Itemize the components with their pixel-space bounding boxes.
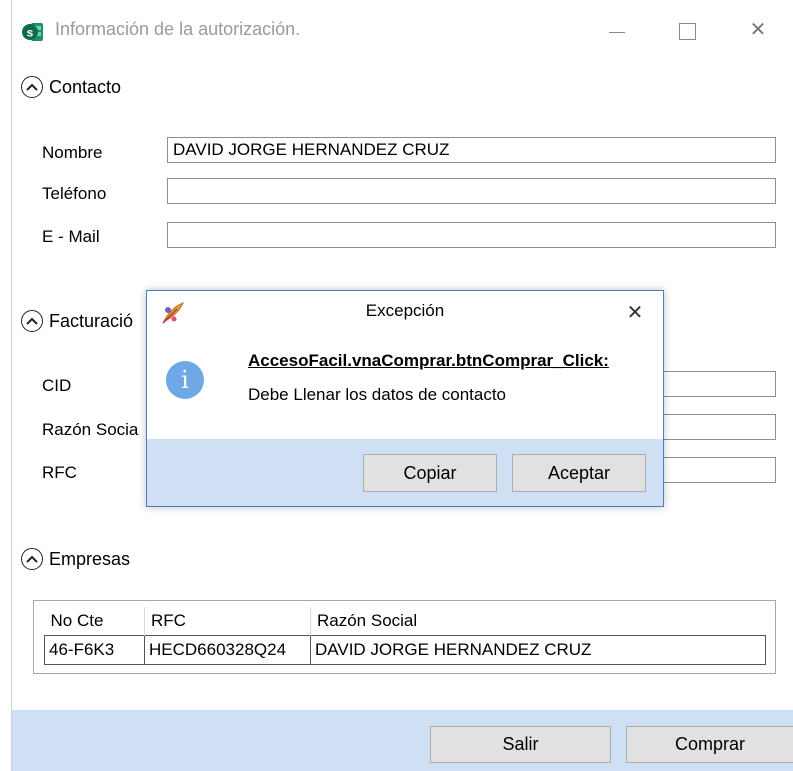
dialog-footer: Copiar Aceptar (147, 439, 663, 506)
cell-rfc[interactable]: HECD660328Q24 (144, 634, 311, 665)
close-icon: ✕ (749, 19, 767, 41)
email-input[interactable] (167, 222, 776, 248)
window-title: Información de la autorización. (55, 19, 301, 39)
exception-dialog: Excepción ✕ i AccesoFacil.vnaComprar.btn… (146, 290, 664, 507)
aceptar-button[interactable]: Aceptar (512, 454, 646, 492)
info-icon: i (166, 361, 204, 399)
dialog-message: Debe Llenar los datos de contacto (248, 385, 507, 404)
column-header-no-cte[interactable]: No Cte (44, 607, 145, 635)
email-label: E - Mail (42, 227, 100, 246)
nombre-input[interactable]: DAVID JORGE HERNANDEZ CRUZ (167, 137, 776, 163)
authorization-window: s Información de la autorización. ✕ Cont… (0, 0, 793, 771)
telefono-input[interactable] (167, 178, 776, 204)
cid-label: CID (42, 376, 72, 395)
maximize-button[interactable] (667, 14, 707, 46)
copiar-button[interactable]: Copiar (363, 454, 497, 492)
comprar-button[interactable]: Comprar (626, 726, 793, 763)
chevron-up-icon[interactable] (21, 76, 43, 98)
telefono-label: Teléfono (42, 184, 107, 203)
empresas-label: Empresas (49, 548, 131, 569)
svg-text:s: s (27, 26, 34, 40)
cell-razon-social[interactable]: DAVID JORGE HERNANDEZ CRUZ (310, 634, 766, 665)
table-row[interactable]: 46-F6K3 HECD660328Q24 DAVID JORGE HERNAN… (44, 634, 766, 665)
nombre-label: Nombre (42, 143, 103, 162)
maximize-icon (679, 23, 696, 40)
title-bar[interactable]: s Información de la autorización. ✕ (11, 0, 793, 60)
minimize-button[interactable] (597, 14, 637, 46)
cell-no-cte[interactable]: 46-F6K3 (44, 634, 145, 665)
close-button[interactable]: ✕ (738, 14, 778, 46)
chevron-up-icon[interactable] (21, 310, 43, 332)
app-logo-icon: s (21, 20, 45, 44)
facturacion-label: Facturació (49, 310, 134, 331)
window-left-edge (0, 0, 12, 771)
dialog-title: Excepción (365, 301, 445, 320)
contacto-label: Contacto (49, 76, 122, 97)
empresas-grid[interactable]: No Cte RFC Razón Social 46-F6K3 HECD6603… (33, 600, 776, 674)
empresas-table: No Cte RFC Razón Social 46-F6K3 HECD6603… (44, 607, 766, 665)
rfc-label: RFC (42, 463, 77, 482)
dialog-close-icon[interactable]: ✕ (623, 301, 647, 325)
contacto-section-header[interactable]: Contacto (21, 73, 121, 101)
empresas-section-header[interactable]: Empresas (21, 545, 130, 573)
facturacion-section-header[interactable]: Facturació (21, 307, 133, 335)
dialog-heading: AccesoFacil.vnaComprar.btnComprar_Click: (248, 351, 609, 370)
chevron-up-icon[interactable] (21, 548, 43, 570)
grid-header-row: No Cte RFC Razón Social (44, 607, 766, 635)
column-header-rfc[interactable]: RFC (144, 607, 311, 635)
grid-content: No Cte RFC Razón Social 46-F6K3 HECD6603… (44, 607, 766, 665)
razon-social-label: Razón Socia (42, 420, 139, 439)
minimize-icon (609, 32, 625, 33)
salir-button[interactable]: Salir (430, 726, 611, 763)
column-header-razon-social[interactable]: Razón Social (311, 607, 766, 635)
